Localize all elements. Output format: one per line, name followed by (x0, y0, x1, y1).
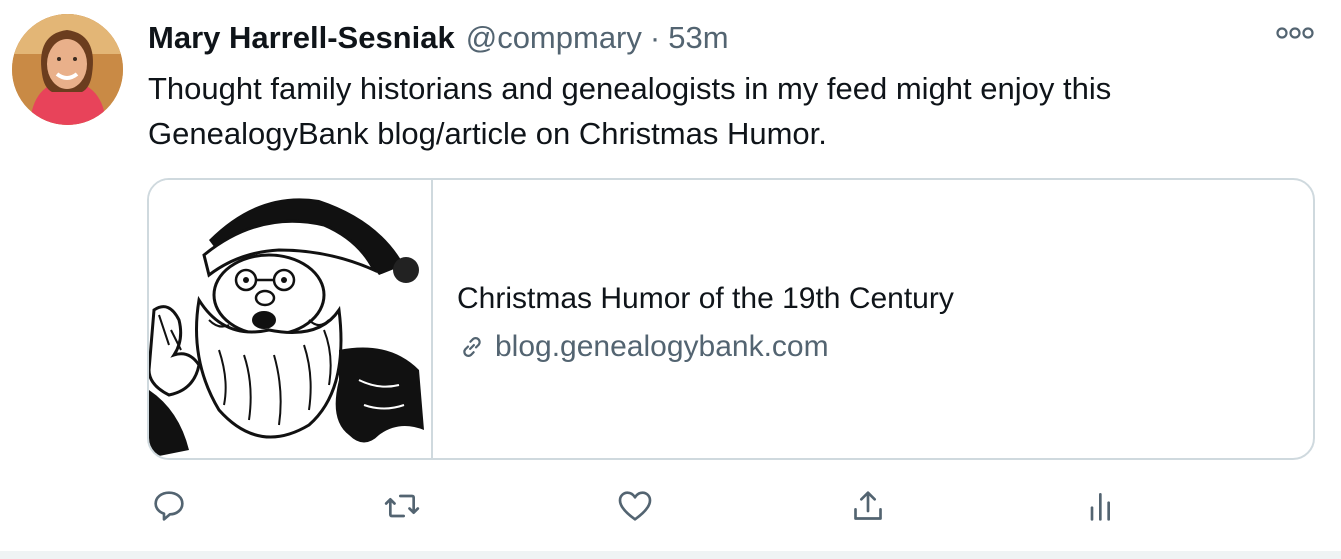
like-button[interactable] (611, 484, 659, 532)
link-card[interactable]: Christmas Humor of the 19th Century blog… (147, 178, 1315, 460)
card-title[interactable]: Christmas Humor of the 19th Century (457, 282, 1313, 316)
link-icon (457, 332, 487, 362)
retweet-icon (381, 486, 423, 531)
divider (0, 551, 1341, 559)
separator-dot: · (649, 20, 661, 55)
share-button[interactable] (844, 484, 892, 532)
retweet-button[interactable] (378, 484, 426, 532)
author-handle[interactable]: @compmary (466, 20, 642, 56)
analytics-icon (1082, 486, 1122, 531)
reply-button[interactable] (145, 484, 193, 532)
card-image[interactable] (149, 180, 433, 458)
author-name[interactable]: Mary Harrell-Sesniak (148, 20, 455, 56)
more-options-button[interactable] (1272, 18, 1318, 52)
action-bar (0, 484, 1341, 532)
card-body[interactable]: Christmas Humor of the 19th Century blog… (433, 180, 1313, 458)
heart-icon (615, 486, 655, 531)
timestamp[interactable]: 53m (668, 20, 728, 56)
analytics-button[interactable] (1078, 484, 1126, 532)
avatar[interactable] (12, 14, 123, 125)
reply-icon (149, 486, 189, 531)
card-domain-text: blog.genealogybank.com (495, 330, 829, 363)
tweet-header: Mary Harrell-Sesniak @compmary · 53m (148, 16, 729, 60)
tweet[interactable]: Mary Harrell-Sesniak @compmary · 53m Tho… (0, 0, 1341, 559)
tweet-text: Thought family historians and genealogis… (148, 71, 1112, 151)
more-horizontal-icon (1275, 26, 1315, 45)
share-icon (848, 486, 888, 531)
card-domain[interactable]: blog.genealogybank.com (457, 330, 1313, 364)
